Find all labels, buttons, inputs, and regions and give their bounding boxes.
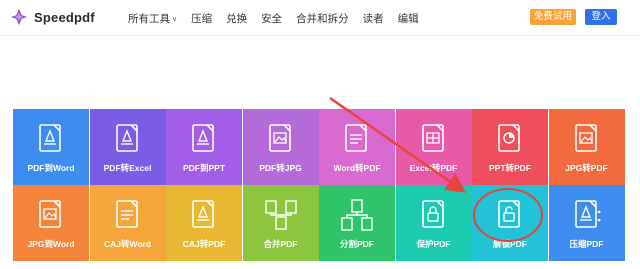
nav-edit[interactable]: 编辑 [398, 11, 419, 26]
protect-pdf-icon [421, 200, 444, 228]
compress-pdf-icon [574, 200, 601, 228]
tool-tile-pdf-to-word[interactable]: PDF到Word [13, 109, 89, 185]
tool-tile-pdf-to-jpg[interactable]: PDF转JPG [242, 109, 319, 185]
unlock-pdf-icon [498, 200, 520, 228]
nav-all-tools[interactable]: 所有工具 ∨ [128, 11, 177, 26]
pdf-to-ppt-icon [192, 124, 214, 152]
tool-tile-merge-pdf[interactable]: 合并PDF [242, 185, 319, 261]
tool-tile-label: 合并PDF [263, 239, 298, 249]
caj-to-pdf-icon [192, 200, 214, 228]
tool-tile-label: PDF到PPT [182, 163, 226, 173]
tool-tile-jpg-to-pdf[interactable]: JPG转PDF [548, 109, 625, 185]
free-trial-button[interactable]: 免费试用 [530, 9, 576, 25]
tool-tile-pdf-to-excel[interactable]: PDF转Excel [89, 109, 166, 185]
tool-tile-label: PDF转Excel [103, 163, 152, 173]
nav-compress[interactable]: 压缩 [191, 11, 212, 26]
merge-pdf-icon [264, 200, 297, 230]
tool-tile-caj-to-pdf[interactable]: CAJ转PDF [166, 185, 242, 261]
speedpdf-logo-icon [10, 8, 28, 26]
tool-tile-jpg-to-word[interactable]: JPG到Word [13, 185, 89, 261]
word-to-pdf-icon [345, 124, 367, 152]
tool-tile-label: Word转PDF [333, 163, 381, 173]
tool-tile-label: PPT转PDF [488, 163, 532, 173]
nav-reader[interactable]: 读者 [363, 11, 384, 26]
pdf-to-jpg-icon [268, 124, 291, 152]
nav-convert[interactable]: 兑换 [226, 11, 247, 26]
pdf-to-excel-icon [115, 124, 138, 152]
tool-tile-label: PDF转JPG [259, 163, 302, 173]
ppt-to-pdf-icon [498, 124, 520, 152]
brand-name: Speedpdf [34, 9, 95, 25]
tool-tile-pdf-to-ppt[interactable]: PDF到PPT [166, 109, 242, 185]
tool-tile-label: 分割PDF [339, 239, 374, 249]
tool-tile-protect-pdf[interactable]: 保护PDF [395, 185, 472, 261]
tool-tile-label: Excel转PDF [409, 163, 458, 173]
jpg-to-word-icon [39, 200, 61, 228]
top-header: Speedpdf 所有工具 ∨ 压缩 兑换 安全 合并和拆分 读者 编辑 免费试… [0, 0, 640, 36]
tool-tile-caj-to-word[interactable]: CAJ转Word [89, 185, 166, 261]
main-nav: 所有工具 ∨ 压缩 兑换 安全 合并和拆分 读者 编辑 [128, 11, 433, 26]
tools-grid: PDF到Word PDF转Excel PDF到PPT PDF转JPG Word转PDF E… [13, 109, 625, 261]
nav-merge-split[interactable]: 合并和拆分 [296, 11, 349, 26]
login-button[interactable]: 登入 [585, 9, 617, 25]
split-pdf-icon [341, 199, 373, 231]
caj-to-word-icon [115, 200, 138, 228]
nav-all-tools-label: 所有工具 [128, 13, 170, 25]
tool-tile-label: CAJ转Word [103, 239, 152, 249]
tool-tile-unlock-pdf[interactable]: 解锁PDF [472, 185, 548, 261]
tool-tile-word-to-pdf[interactable]: Word转PDF [319, 109, 395, 185]
tool-tile-excel-to-pdf[interactable]: Excel转PDF [395, 109, 472, 185]
chevron-down-icon: ∨ [172, 15, 178, 23]
tool-tile-label: CAJ转PDF [182, 239, 226, 249]
pdf-to-word-icon [39, 124, 61, 152]
tool-tile-ppt-to-pdf[interactable]: PPT转PDF [472, 109, 548, 185]
brand-logo[interactable]: Speedpdf [10, 8, 95, 26]
jpg-to-pdf-icon [574, 124, 597, 152]
tool-tile-compress-pdf[interactable]: 压缩PDF [548, 185, 625, 261]
tool-tile-label: PDF到Word [27, 163, 75, 173]
tool-tile-label: 压缩PDF [569, 239, 604, 249]
tool-tile-label: JPG到Word [27, 239, 75, 249]
tool-tile-label: JPG转PDF [565, 163, 608, 173]
tool-tile-label: 保护PDF [416, 239, 451, 249]
excel-to-pdf-icon [421, 124, 444, 152]
tool-tile-label: 解锁PDF [492, 239, 527, 249]
nav-security[interactable]: 安全 [261, 11, 282, 26]
tool-tile-split-pdf[interactable]: 分割PDF [319, 185, 395, 261]
